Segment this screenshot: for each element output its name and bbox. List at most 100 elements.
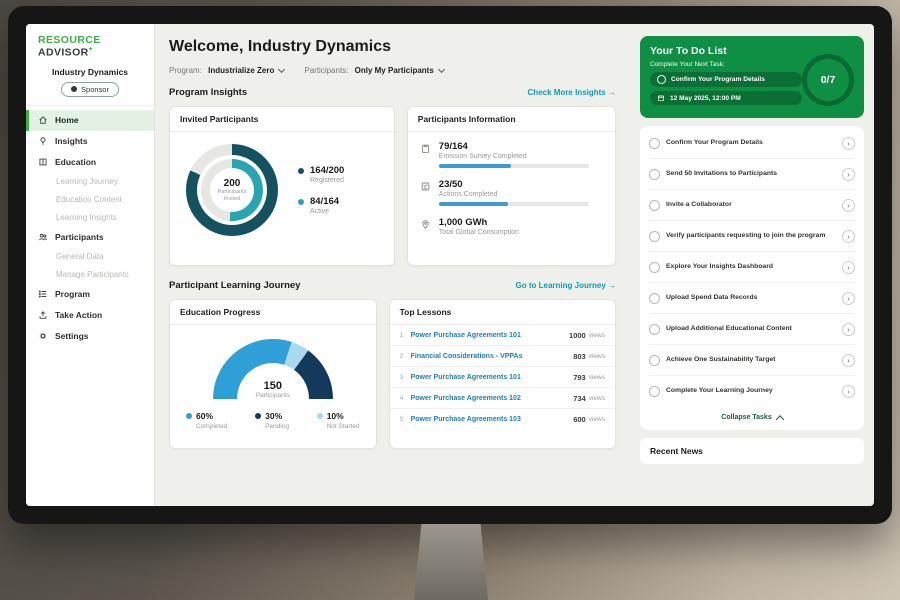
chevron-right-icon[interactable]: › [842, 323, 855, 336]
chevron-right-icon[interactable]: › [842, 292, 855, 305]
clipboard-icon [420, 143, 431, 154]
check-more-insights-link[interactable]: Check More Insights → [528, 88, 616, 97]
chevron-right-icon[interactable]: › [842, 354, 855, 367]
task-label: Complete Your Learning Journey [666, 387, 836, 396]
task-checkbox[interactable] [649, 231, 660, 242]
task-row-verify-participants[interactable]: Verify participants requesting to join t… [649, 221, 855, 252]
chevron-right-icon[interactable]: › [842, 168, 855, 181]
gauge-center-value: 150 [213, 380, 333, 392]
sponsor-label: Sponsor [81, 85, 109, 94]
lesson-link[interactable]: Power Purchase Agreements 101 [411, 374, 521, 381]
task-row-complete-learning-journey[interactable]: Complete Your Learning Journey › [649, 376, 855, 406]
chevron-right-icon[interactable]: › [842, 199, 855, 212]
task-checkbox[interactable] [649, 169, 660, 180]
info-label: Emission Survey Completed [439, 153, 589, 160]
lesson-link[interactable]: Power Purchase Agreements 102 [411, 395, 521, 402]
progress-bar [439, 164, 589, 168]
sidebar-item-label: Settings [55, 331, 89, 341]
task-row-invite-collaborator[interactable]: Invite a Collaborator › [649, 190, 855, 221]
sidebar-item-program[interactable]: Program [26, 284, 154, 305]
chevron-right-icon[interactable]: › [842, 385, 855, 398]
card-title: Education Progress [170, 300, 376, 325]
program-filter-value[interactable]: Industrialize Zero [208, 66, 274, 75]
chevron-glyph: › [847, 356, 850, 365]
book-icon [38, 157, 48, 167]
sponsor-badge[interactable]: Sponsor [61, 82, 119, 97]
task-row-send-invitations[interactable]: Send 50 Invitations to Participants › [649, 159, 855, 190]
lesson-rank: 1 [400, 332, 411, 339]
legend-item-completed: 60% Completed [186, 411, 227, 430]
gauge-center-label: Participants [213, 392, 333, 399]
due-date-label: 12 May 2025, 12:00 PM [670, 95, 741, 102]
lesson-link[interactable]: Power Purchase Agreements 103 [411, 416, 521, 423]
lesson-views: 1000 [569, 331, 586, 340]
go-to-learning-journey-link[interactable]: Go to Learning Journey → [516, 281, 616, 290]
task-label: Upload Additional Educational Content [666, 325, 836, 334]
task-row-upload-educational-content[interactable]: Upload Additional Educational Content › [649, 314, 855, 345]
sidebar-item-learning-journey[interactable]: Learning Journey [26, 173, 154, 191]
sidebar-item-learning-insights[interactable]: Learning Insights [26, 209, 154, 227]
sidebar-item-insights[interactable]: Insights [26, 131, 154, 152]
lesson-link[interactable]: Financial Considerations - VPPAs [411, 353, 523, 360]
task-row-explore-insights[interactable]: Explore Your Insights Dashboard › [649, 252, 855, 283]
task-checkbox[interactable] [649, 324, 660, 335]
sidebar-item-participants[interactable]: Participants [26, 227, 154, 248]
sidebar-item-label: Program [55, 289, 90, 299]
task-label: Invite a Collaborator [666, 201, 836, 210]
task-row-confirm-program[interactable]: Confirm Your Program Details › [649, 128, 855, 159]
lesson-row: 5 Power Purchase Agreements 103 600 view… [390, 409, 615, 429]
sidebar-item-label: Participants [55, 232, 104, 242]
chevron-down-icon[interactable] [278, 66, 285, 73]
education-progress-card: Education Progress 150 Participants 60 [169, 299, 377, 449]
sidebar-item-education[interactable]: Education [26, 152, 154, 173]
collapse-tasks-button[interactable]: Collapse Tasks [649, 406, 855, 428]
legend-value: 10% [327, 411, 344, 421]
info-label: Actions Completed [439, 191, 589, 198]
task-label: Explore Your Insights Dashboard [666, 263, 836, 272]
action-arrow-icon [38, 310, 48, 320]
gauge-legend-dot [255, 413, 261, 419]
lesson-views: 793 [573, 373, 586, 382]
sidebar-item-home[interactable]: Home [26, 110, 154, 131]
sidebar-item-manage-participants[interactable]: Manage Participants [26, 266, 154, 284]
gauge-legend-dot [317, 413, 323, 419]
todo-task-list: Confirm Your Program Details › Send 50 I… [640, 126, 864, 430]
legend-item-registered: 164/200 Registered [298, 165, 344, 184]
chevron-right-icon[interactable]: › [842, 230, 855, 243]
task-checkbox[interactable] [649, 293, 660, 304]
task-checkbox[interactable] [649, 262, 660, 273]
collapse-label: Collapse Tasks [721, 414, 771, 421]
chevron-right-icon[interactable]: › [842, 261, 855, 274]
sidebar-item-settings[interactable]: Settings [26, 326, 154, 347]
lesson-link[interactable]: Power Purchase Agreements 101 [411, 332, 521, 339]
gear-icon [38, 331, 48, 341]
task-checkbox[interactable] [649, 200, 660, 211]
program-filter: Program: Industrialize Zero [169, 66, 284, 75]
chevron-down-icon[interactable] [438, 66, 445, 73]
task-checkbox[interactable] [649, 138, 660, 149]
task-checkbox[interactable] [649, 386, 660, 397]
sidebar: RESOURCE ADVISOR+ Industry Dynamics Spon… [26, 24, 155, 506]
checklist-icon [420, 181, 431, 192]
task-checkbox-icon [657, 75, 666, 84]
sidebar-item-education-content[interactable]: Education Content [26, 191, 154, 209]
invited-participants-card: Invited Participants 200 Participants In… [169, 106, 395, 266]
chevron-glyph: › [847, 232, 850, 241]
task-checkbox[interactable] [649, 355, 660, 366]
chevron-right-icon[interactable]: › [842, 137, 855, 150]
task-label: Achieve One Sustainability Target [666, 356, 836, 365]
location-pin-icon [420, 219, 431, 230]
todo-progress-ring: 0/7 [802, 54, 854, 106]
org-name: Industry Dynamics [26, 67, 154, 77]
task-row-achieve-target[interactable]: Achieve One Sustainability Target › [649, 345, 855, 376]
task-row-upload-spend-data[interactable]: Upload Spend Data Records › [649, 283, 855, 314]
donut-legend-dot [298, 199, 304, 205]
lesson-row: 3 Power Purchase Agreements 101 793 view… [390, 367, 615, 388]
sidebar-item-take-action[interactable]: Take Action [26, 305, 154, 326]
sidebar-item-general-data[interactable]: General Data [26, 248, 154, 266]
next-task-pill[interactable]: Confirm Your Program Details [650, 72, 802, 87]
recent-news-title: Recent News [650, 446, 703, 456]
task-label: Verify participants requesting to join t… [666, 232, 836, 241]
participants-filter-value[interactable]: Only My Participants [355, 66, 434, 75]
due-date-pill: 12 May 2025, 12:00 PM [650, 91, 802, 105]
